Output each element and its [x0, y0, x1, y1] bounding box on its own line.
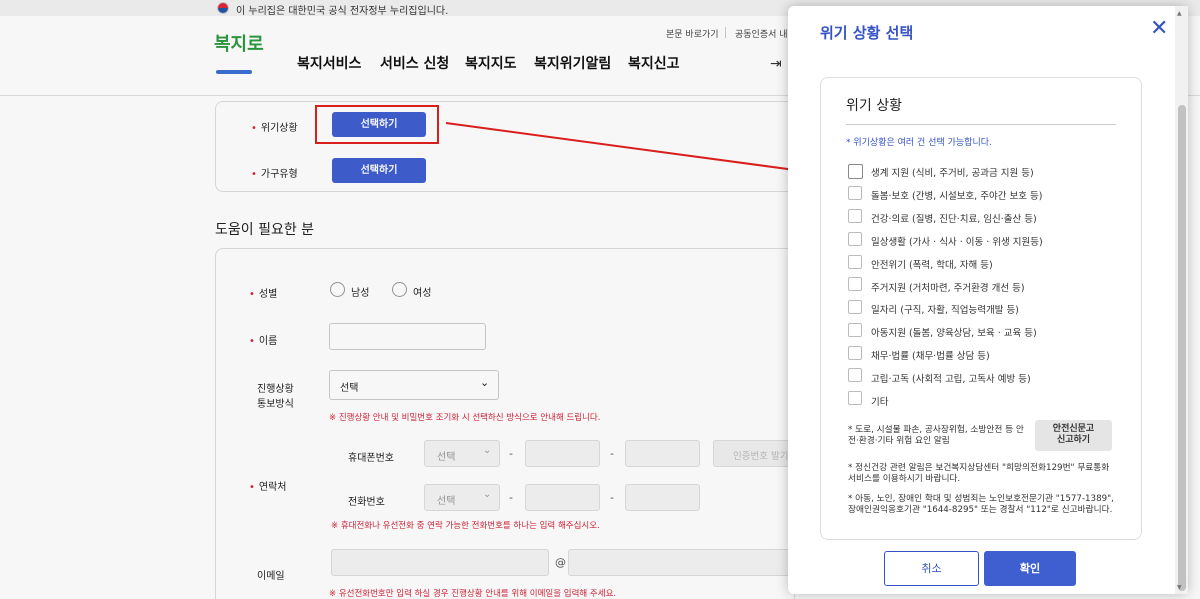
- checkbox-livelihood[interactable]: [848, 164, 863, 179]
- multi-select-note: * 위기상황은 여러 건 선택 가능합니다.: [846, 138, 992, 148]
- crisis-heading: 위기 상황: [846, 98, 902, 114]
- option-label: 일상생활 (가사 · 식사 · 이동 · 위생 지원등): [871, 237, 1043, 248]
- scroll-thumb[interactable]: [1178, 105, 1186, 591]
- safety-button-line-1: 안전신문고: [1052, 424, 1095, 434]
- scroll-up-icon[interactable]: ▲: [1177, 10, 1182, 17]
- checkbox-safety[interactable]: [848, 255, 862, 269]
- modal-title: 위기 상황 선택: [820, 24, 914, 42]
- checkbox-other[interactable]: [848, 391, 862, 405]
- mental-health-note: * 정신건강 관련 알림은 보건복지상담센터 "희망의전화129번" 무료통화 …: [848, 463, 1110, 484]
- option-label: 기타: [871, 397, 889, 408]
- option-label: 아동지원 (돌봄, 양육상담, 보육 · 교육 등): [871, 328, 1037, 339]
- checkbox-isolation[interactable]: [848, 368, 862, 382]
- close-icon[interactable]: ✕: [1150, 18, 1168, 40]
- safety-note: * 도로, 시설물 파손, 공사장위험, 소방안전 등 안전·환경·기타 위험 …: [848, 425, 1024, 446]
- option-label: 생계 지원 (식비, 주거비, 공과금 지원 등): [871, 168, 1034, 179]
- checkbox-daily-life[interactable]: [848, 232, 862, 246]
- checkbox-debt-legal[interactable]: [848, 346, 862, 360]
- option-label: 돌봄·보호 (간병, 시설보호, 주야간 보호 등): [871, 191, 1043, 202]
- checkbox-housing[interactable]: [848, 277, 862, 291]
- checkbox-health[interactable]: [848, 209, 862, 223]
- option-label: 채무·법률 (채무·법률 상담 등): [871, 351, 990, 362]
- scroll-down-icon[interactable]: ▼: [1177, 584, 1182, 591]
- divider: [846, 124, 1116, 125]
- confirm-button[interactable]: 확인: [984, 551, 1076, 586]
- checkbox-child[interactable]: [848, 323, 862, 337]
- safety-report-button[interactable]: 안전신문고 신고하기: [1035, 420, 1112, 451]
- checkbox-care[interactable]: [848, 186, 862, 200]
- cancel-button[interactable]: 취소: [884, 551, 979, 586]
- option-label: 주거지원 (거처마련, 주거환경 개선 등): [871, 283, 1025, 294]
- checkbox-employment[interactable]: [848, 300, 862, 314]
- option-label: 안전위기 (폭력, 학대, 자해 등): [871, 260, 993, 271]
- option-label: 일자리 (구직, 자활, 직업능력개발 등): [871, 305, 1019, 316]
- safety-button-line-2: 신고하기: [1056, 435, 1091, 445]
- abuse-report-note: * 아동, 노인, 장애인 학대 및 성범죄는 노인보호전문기관 "1577-1…: [848, 494, 1114, 515]
- option-label: 고립·고독 (사회적 고립, 고독사 예방 등): [871, 374, 1031, 385]
- option-label: 건강·의료 (질병, 진단·치료, 임신·출산 등): [871, 214, 1037, 225]
